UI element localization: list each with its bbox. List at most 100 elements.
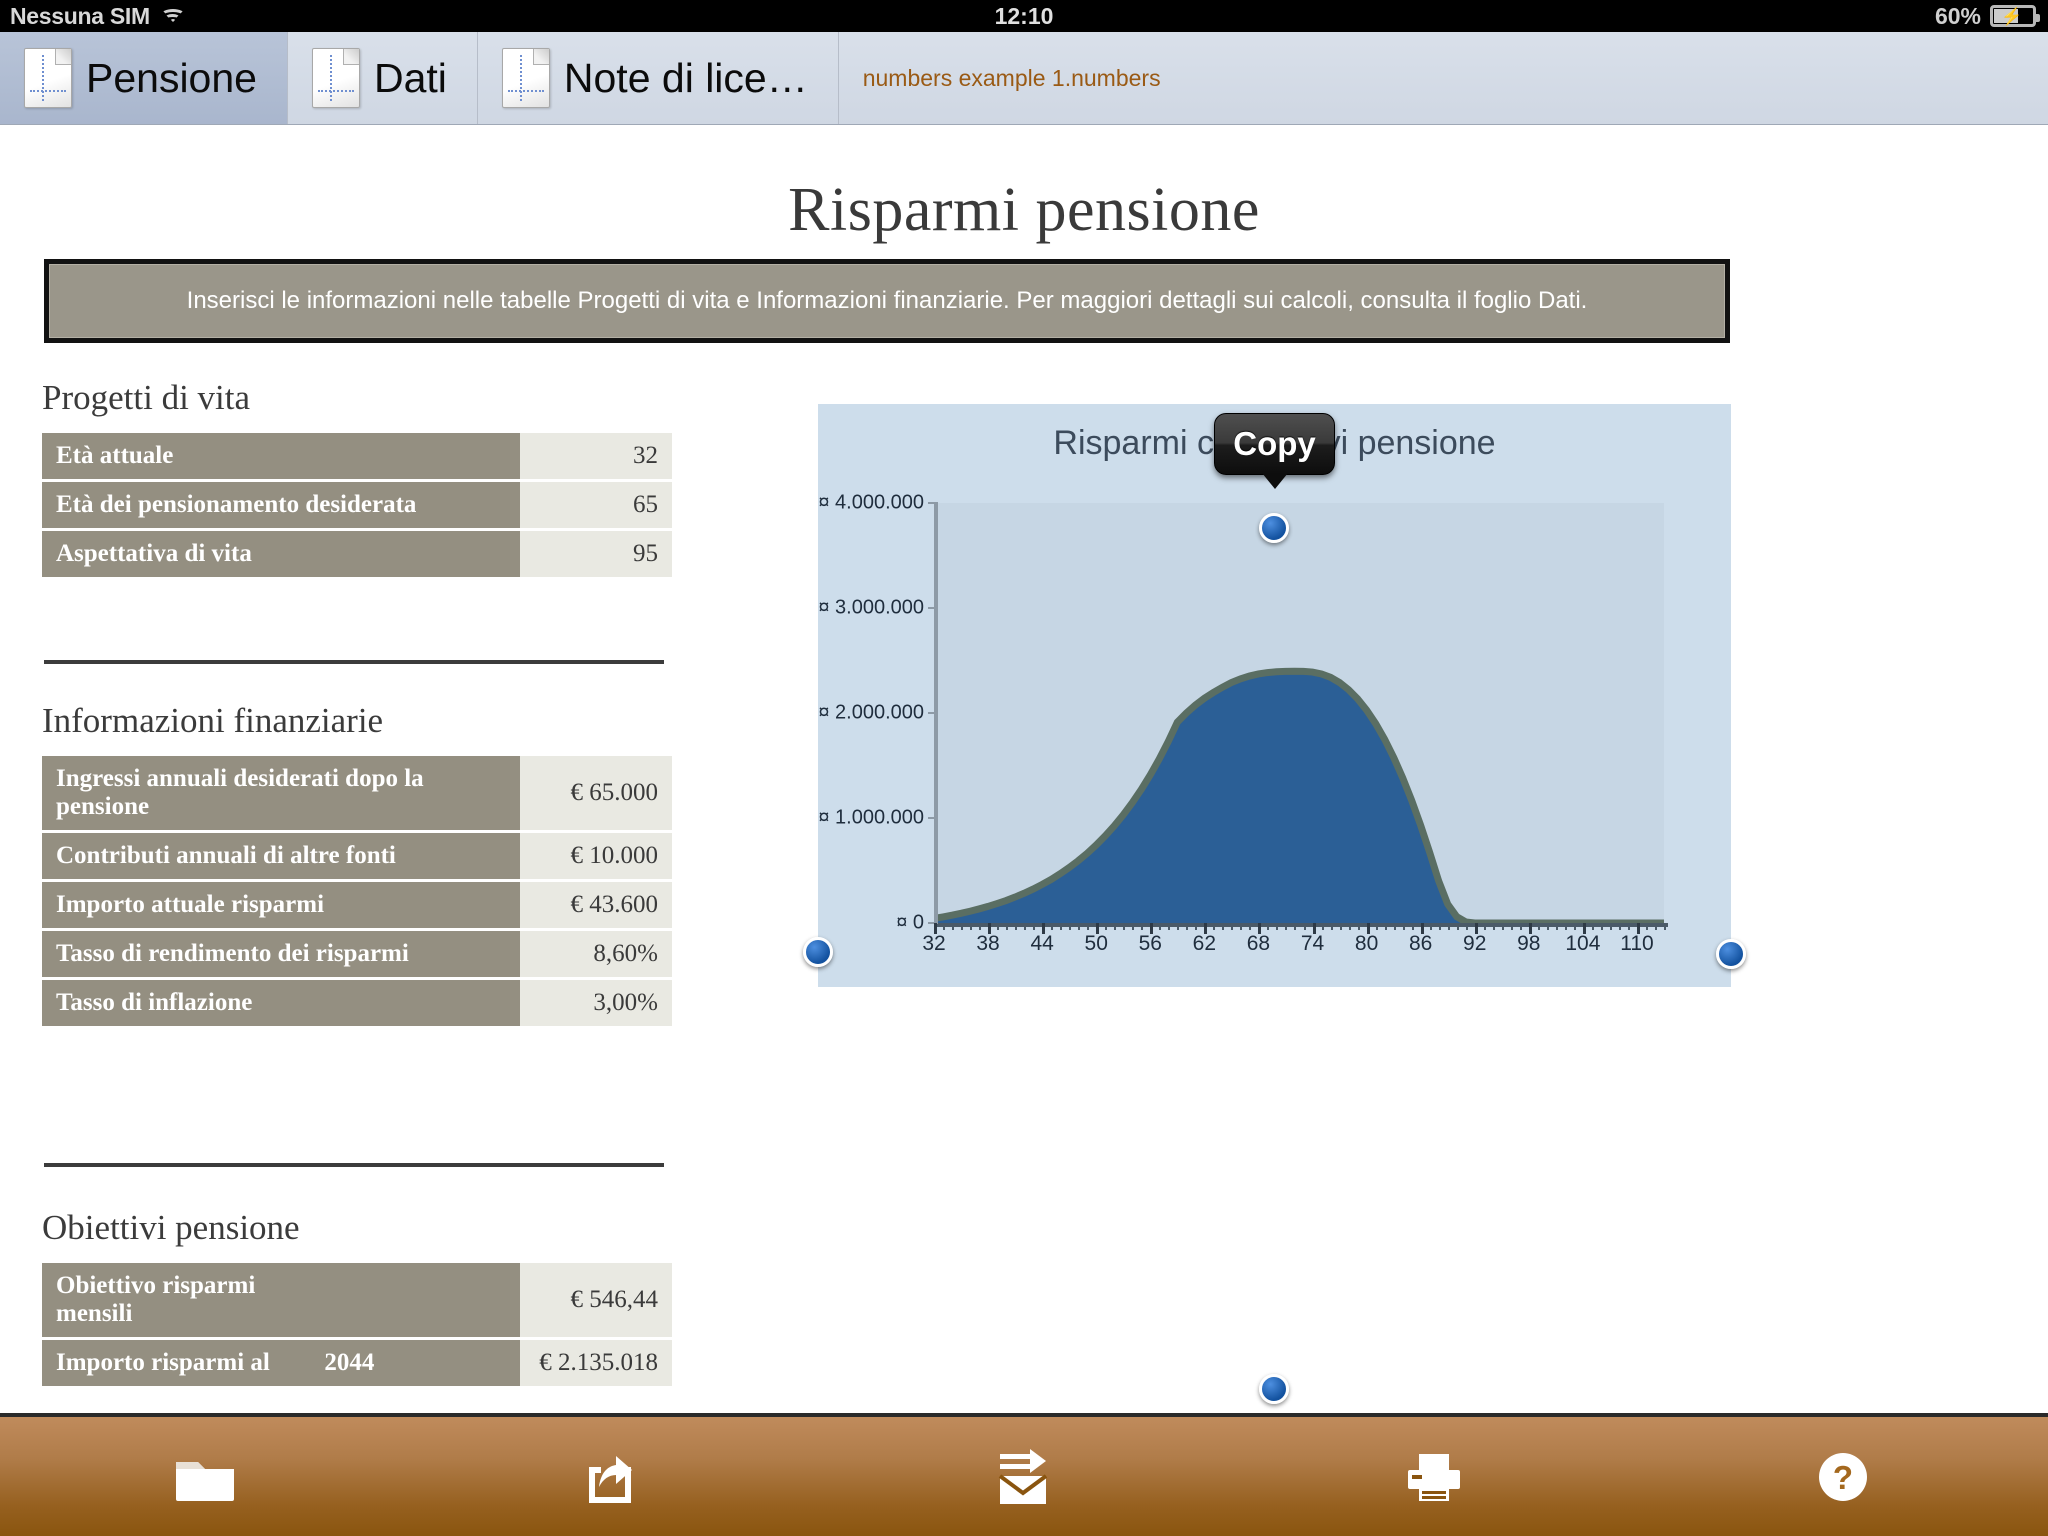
chart-x-tick-label: 92	[1463, 932, 1487, 955]
handle-right[interactable]	[1716, 939, 1746, 969]
table-row[interactable]: Contributi annuali di altre fonti € 10.0…	[42, 833, 672, 879]
tab-label: Note di lice…	[563, 54, 808, 101]
chart-x-tick-label: 44	[1030, 932, 1054, 955]
chart-y-tick-label: ¤ 1.000.000	[818, 806, 924, 829]
tab-dati[interactable]: Dati	[288, 32, 478, 124]
table-title: Progetti di vita	[42, 378, 251, 417]
instruction-banner: Inserisci le informazioni nelle tabelle …	[44, 259, 1730, 343]
chart-x-tick-label: 110	[1620, 932, 1654, 955]
handle-left[interactable]	[803, 937, 833, 967]
chart-x-tick-label: 86	[1408, 932, 1433, 955]
instruction-banner-text: Inserisci le informazioni nelle tabelle …	[186, 287, 1588, 314]
table-row[interactable]: Aspettativa di vita 95	[42, 531, 672, 577]
row-key: Aspettativa di vita	[42, 531, 521, 577]
page-title: Risparmi pensione	[788, 176, 1260, 244]
tab-pensione[interactable]: Pensione	[0, 32, 288, 124]
chart-x-tick	[1618, 923, 1621, 930]
table-row[interactable]: Tasso di inflazione 3,00%	[42, 980, 672, 1026]
chart-x-tick	[1664, 923, 1666, 930]
share-button[interactable]	[554, 1427, 674, 1527]
bottom-toolbar: ?	[0, 1413, 2048, 1536]
table-row[interactable]: Ingressi annuali desiderati dopo la pens…	[42, 756, 672, 830]
data-table[interactable]: Obiettivo risparmi mensili € 546,44 Impo…	[42, 1260, 672, 1389]
table-title: Obiettivi pensione	[42, 1208, 300, 1247]
row-value: € 2.135.018	[520, 1340, 672, 1386]
chart-y-axis	[934, 503, 938, 925]
chart-x-tick	[1357, 923, 1360, 930]
chart-x-tick	[1564, 923, 1567, 930]
sheet-icon	[24, 48, 72, 108]
row-value: 32	[520, 433, 672, 479]
chart-x-tick	[1249, 923, 1252, 930]
chart-x-tick	[1375, 923, 1378, 930]
chart-plot-area	[934, 503, 1664, 923]
help-button[interactable]: ?	[1783, 1427, 1903, 1527]
status-right: 60% ⚡	[1934, 2, 2040, 30]
row-key: Obiettivo risparmi mensili	[42, 1263, 311, 1337]
sheet-icon	[311, 48, 360, 108]
copy-popover[interactable]: Copy	[1214, 413, 1335, 489]
chart-x-tick-label: 104	[1565, 932, 1601, 955]
chart-x-tick	[1411, 923, 1414, 930]
chart-x-tick	[1348, 923, 1351, 930]
chart-x-tick	[1195, 923, 1198, 930]
chart-x-tick	[1186, 923, 1189, 930]
data-table[interactable]: Ingressi annuali desiderati dopo la pens…	[42, 753, 672, 1029]
chart-y-tick-label: ¤ 3.000.000	[818, 596, 924, 619]
svg-text:?: ?	[1833, 1459, 1853, 1496]
chart-x-tick-label: 50	[1084, 932, 1108, 955]
chart-x-tick	[952, 923, 955, 930]
print-button[interactable]	[1374, 1427, 1494, 1527]
chart-x-tick	[1393, 923, 1396, 930]
chart-x-tick	[1033, 923, 1036, 930]
chart-y-tick-label: ¤ 0	[896, 911, 924, 934]
chart-x-tick	[1330, 923, 1333, 930]
chart-y-tick	[928, 712, 938, 714]
send-button[interactable]	[964, 1427, 1084, 1527]
table-row[interactable]: Età dei pensionamento desiderata 65	[42, 482, 672, 528]
chart-x-tick	[1231, 923, 1234, 930]
row-value: 95	[520, 531, 672, 577]
battery-percent-label: 60%	[1934, 2, 1981, 29]
chart-x-tick	[1465, 923, 1468, 930]
handle-top[interactable]	[1259, 513, 1289, 543]
documents-button[interactable]	[145, 1427, 265, 1527]
data-table[interactable]: Età attuale 32 Età dei pensionamento des…	[42, 430, 672, 580]
tab-note-di-licenza[interactable]: Note di lice…	[478, 32, 839, 124]
chart-x-tick	[1492, 923, 1495, 930]
table-title: Informazioni finanziarie	[42, 701, 384, 740]
chart-x-tick	[1060, 923, 1063, 930]
share-icon	[589, 1455, 633, 1503]
chart-x-tick-label: 80	[1354, 932, 1379, 955]
chart-x-tick	[1384, 923, 1387, 930]
chart-x-tick	[1483, 923, 1486, 930]
table-progetti-di-vita: Progetti di vita Età attuale 32 Età dei …	[42, 378, 672, 580]
table-row[interactable]: Importo risparmi al 2044 € 2.135.018	[42, 1340, 672, 1386]
chart-x-tick-label: 56	[1138, 932, 1162, 955]
folder-icon	[175, 1461, 234, 1501]
table-row[interactable]: Tasso di rendimento dei risparmi 8,60%	[42, 931, 672, 977]
row-key: Contributi annuali di altre fonti	[42, 833, 521, 879]
table-row[interactable]: Importo attuale risparmi € 43.600	[42, 882, 672, 928]
row-key: Tasso di inflazione	[42, 980, 521, 1026]
battery-charging-icon: ⚡	[1990, 5, 2040, 27]
chart-x-tick	[1087, 923, 1090, 930]
chart-series-area	[934, 503, 1664, 923]
chart-x-tick	[1069, 923, 1072, 930]
chart-x-tick	[1213, 923, 1216, 930]
copy-popover-label: Copy	[1233, 425, 1316, 462]
row-mid: 2044	[310, 1340, 521, 1386]
chart-x-tick	[1555, 923, 1558, 930]
row-value: 3,00%	[520, 980, 672, 1026]
table-row[interactable]: Obiettivo risparmi mensili € 546,44	[42, 1263, 672, 1337]
chart-x-tick	[1105, 923, 1108, 930]
handle-bottom[interactable]	[1259, 1374, 1289, 1404]
chart-object[interactable]: Risparmi cumulativi pensione ¤ 0¤ 1.000.…	[818, 404, 1731, 987]
chart-y-tick-label: ¤ 4.000.000	[818, 491, 924, 514]
chart-x-tick	[1447, 923, 1450, 930]
chart-x-tick	[1645, 923, 1648, 930]
status-bar: Nessuna SIM 12:10 60% ⚡	[0, 0, 2048, 32]
table-row[interactable]: Età attuale 32	[42, 433, 672, 479]
chart-x-tick	[1078, 923, 1081, 930]
chart-x-tick	[961, 923, 964, 930]
